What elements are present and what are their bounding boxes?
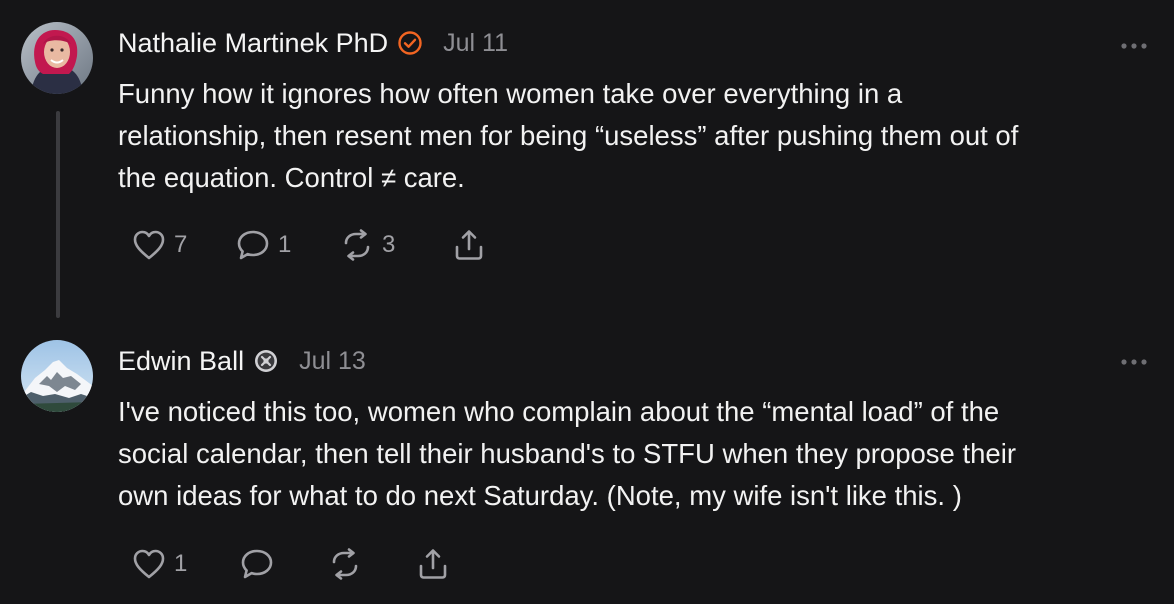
like-button[interactable]: 7 xyxy=(132,228,187,262)
restack-button[interactable]: 3 xyxy=(340,228,395,262)
comment: Edwin Ball Jul 13 I've noticed this too,… xyxy=(0,320,1174,604)
comment-header: Nathalie Martinek PhD Jul 11 xyxy=(118,23,508,63)
comment-bubble-icon xyxy=(236,229,270,261)
comment-bubble-icon xyxy=(240,548,274,580)
more-dots-icon[interactable] xyxy=(1120,354,1148,365)
comment-count: 1 xyxy=(278,231,292,258)
comment-button[interactable]: 1 xyxy=(236,228,291,262)
share-icon xyxy=(452,229,486,261)
heart-icon xyxy=(132,229,166,261)
restack-icon xyxy=(340,229,374,261)
restack-button[interactable] xyxy=(328,547,370,581)
thread-line xyxy=(56,111,60,318)
comment-body: I've noticed this too, women who complai… xyxy=(118,391,1158,517)
share-button[interactable] xyxy=(416,547,450,581)
share-button[interactable] xyxy=(452,228,486,262)
comment-text-line: the equation. Control ≠ care. xyxy=(118,162,465,193)
heart-icon xyxy=(132,548,166,580)
author-name[interactable]: Nathalie Martinek PhD xyxy=(118,28,388,59)
more-dots-icon[interactable] xyxy=(1120,38,1148,49)
comment-date[interactable]: Jul 11 xyxy=(443,29,508,58)
restack-count: 3 xyxy=(382,231,396,258)
comment-text-line: I've noticed this too, women who complai… xyxy=(118,396,1000,427)
like-button[interactable]: 1 xyxy=(132,547,187,581)
founding-member-icon xyxy=(253,348,279,374)
like-count: 7 xyxy=(174,231,188,258)
share-icon xyxy=(416,548,450,580)
comment-text-line: relationship, then resent men for being … xyxy=(118,120,1019,151)
comment-button[interactable] xyxy=(240,547,282,581)
comment: Nathalie Martinek PhD Jul 11 Funny how i… xyxy=(0,0,1174,320)
author-name[interactable]: Edwin Ball xyxy=(118,346,244,377)
verified-check-icon xyxy=(397,30,423,56)
comment-text-line: Funny how it ignores how often women tak… xyxy=(118,78,903,109)
comment-body: Funny how it ignores how often women tak… xyxy=(118,73,1158,199)
comment-text-line: own ideas for what to do next Saturday. … xyxy=(118,480,962,511)
comment-text-line: social calendar, then tell their husband… xyxy=(118,438,1016,469)
comment-thread: Nathalie Martinek PhD Jul 11 Funny how i… xyxy=(0,0,1174,604)
comment-header: Edwin Ball Jul 13 xyxy=(118,341,366,381)
restack-icon xyxy=(328,548,362,580)
avatar[interactable] xyxy=(21,340,93,412)
avatar[interactable] xyxy=(21,22,93,94)
like-count: 1 xyxy=(174,550,188,577)
comment-date[interactable]: Jul 13 xyxy=(299,347,366,376)
